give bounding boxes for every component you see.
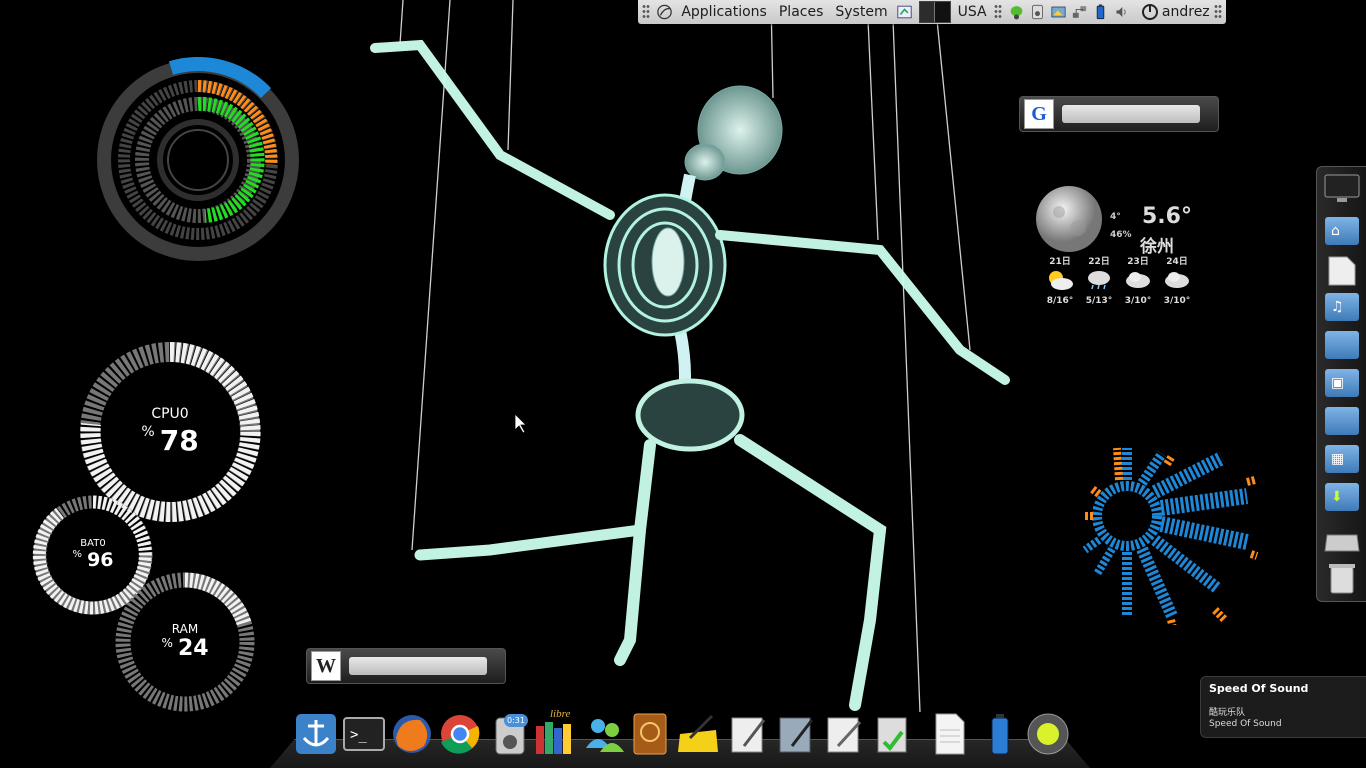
notification-artist: 酷玩乐队 (1209, 708, 1246, 718)
notification-track: Speed Of Sound (1209, 719, 1282, 729)
trash-icon[interactable] (1327, 561, 1357, 595)
wikipedia-search-input[interactable] (349, 657, 487, 675)
svg-text:>_: >_ (350, 727, 367, 743)
ram-value: 24 (177, 636, 209, 661)
battery-percent-sign: % (72, 549, 82, 560)
places-side-dock: ⌂ ♫ ▣ ▦ ⬇ (1316, 166, 1366, 602)
volume-icon[interactable] (1114, 3, 1129, 21)
mouse-pointer (514, 413, 527, 434)
task-checklist-icon[interactable] (870, 712, 914, 756)
pictures-folder-icon[interactable]: ▣ (1325, 369, 1359, 397)
ram-percent-sign: % (161, 636, 173, 650)
screenlet-orb-icon[interactable] (1026, 712, 1070, 756)
drive-icon[interactable] (1323, 527, 1361, 555)
firefox-icon[interactable] (390, 712, 434, 756)
calibre-dock-item[interactable]: libre (532, 708, 578, 756)
file-icon[interactable] (928, 712, 972, 756)
places-menu[interactable]: Places (773, 0, 830, 24)
home-folder-icon[interactable]: ⌂ (1325, 217, 1359, 245)
folder-icon[interactable] (1325, 331, 1359, 359)
cpu-percent-sign: % (141, 424, 155, 440)
battery-gauge: BAT0 % 96 (62, 538, 124, 571)
distro-logo-icon[interactable] (657, 3, 673, 21)
videos-folder-icon[interactable]: ▦ (1325, 445, 1359, 473)
power-manager-icon[interactable] (978, 712, 1022, 756)
forecast-day-1: 21日 8/16° (1046, 257, 1074, 306)
battery-label: BAT0 (80, 538, 106, 549)
weather-humidity: 46% (1110, 230, 1132, 240)
cpu-value: 78 (159, 424, 199, 457)
alien-icon[interactable] (1009, 3, 1024, 21)
launcher-icon[interactable] (897, 3, 912, 21)
writer-icon[interactable] (774, 712, 818, 756)
rain-cloud-icon (1088, 271, 1110, 290)
now-playing-notification[interactable]: Speed Of Sound 酷玩乐队 Speed Of Sound (1200, 676, 1366, 738)
workspace-switcher[interactable] (918, 1, 951, 23)
google-search-gadget: G (1019, 96, 1219, 132)
system-menu[interactable]: System (829, 0, 893, 24)
anchor-icon[interactable] (294, 712, 338, 756)
clock-badge: 0:31 (504, 714, 528, 727)
bottom-dock: >_ 0:31 libre (270, 708, 1090, 768)
panel-grip-icon[interactable] (642, 4, 651, 20)
forecast-day-2: 22日 5/13° (1085, 257, 1113, 306)
ring-meter-widget (97, 57, 299, 261)
partly-sunny-icon (1049, 271, 1073, 290)
cloud-icon (1165, 272, 1189, 288)
user-menu[interactable]: andrez (1138, 3, 1210, 21)
folder-icon[interactable] (1325, 407, 1359, 435)
workspace-2[interactable] (935, 2, 950, 22)
moon-icon (1036, 186, 1102, 252)
book-reader-icon[interactable] (628, 712, 672, 756)
google-search-input[interactable] (1062, 105, 1200, 123)
cloud-icon (1126, 272, 1150, 288)
cpu-gauge: CPU0 % 78 (120, 406, 220, 457)
top-panel: Applications Places System USA andrez (638, 0, 1226, 24)
weather-widget: 4° 46% 5.6° 徐州 21日 8/16° 22日 5/13° 23日 3… (1030, 180, 1200, 310)
weather-small-temp: 4° (1110, 212, 1121, 222)
audio-visualizer-widget (1082, 447, 1259, 625)
downloads-folder-icon[interactable]: ⬇ (1325, 483, 1359, 511)
messenger-icon[interactable] (582, 712, 626, 756)
calibre-label: libre (550, 708, 571, 720)
applications-menu[interactable]: Applications (675, 0, 773, 24)
forecast-day-3: 23日 3/10° (1124, 257, 1152, 306)
document-icon[interactable] (1327, 255, 1357, 287)
wikipedia-logo-icon: W (311, 651, 341, 681)
computer-icon[interactable] (1323, 173, 1361, 205)
google-logo-icon: G (1024, 99, 1054, 129)
battery-tray-icon[interactable] (1093, 3, 1108, 21)
cpu-label: CPU0 (151, 406, 189, 422)
speaker-device-icon[interactable] (1030, 3, 1045, 21)
notification-title: Speed Of Sound (1209, 682, 1309, 695)
edit-document-icon[interactable] (822, 712, 866, 756)
workspace-1[interactable] (919, 2, 936, 22)
text-editor-icon[interactable] (726, 712, 770, 756)
ram-gauge: RAM % 24 (150, 622, 220, 661)
wikipedia-search-gadget: W (306, 648, 506, 684)
clock-dock-item[interactable]: 0:31 (488, 712, 532, 756)
battery-value: 96 (87, 549, 114, 571)
music-folder-icon[interactable]: ♫ (1325, 293, 1359, 321)
weather-temperature: 5.6° (1142, 204, 1192, 229)
terminal-icon[interactable]: >_ (342, 712, 386, 756)
keyboard-layout-indicator[interactable]: USA (955, 0, 990, 24)
panel-grip-icon[interactable] (993, 4, 1002, 20)
panel-grip-icon[interactable] (1213, 4, 1222, 20)
notes-icon[interactable] (676, 712, 720, 756)
ram-label: RAM (171, 622, 199, 636)
username: andrez (1161, 4, 1210, 20)
photo-viewer-icon[interactable] (1051, 3, 1066, 21)
power-icon (1141, 4, 1158, 20)
chrome-icon[interactable] (438, 712, 482, 756)
forecast-day-4: 24日 3/10° (1163, 257, 1191, 306)
network-icon[interactable] (1072, 3, 1087, 21)
